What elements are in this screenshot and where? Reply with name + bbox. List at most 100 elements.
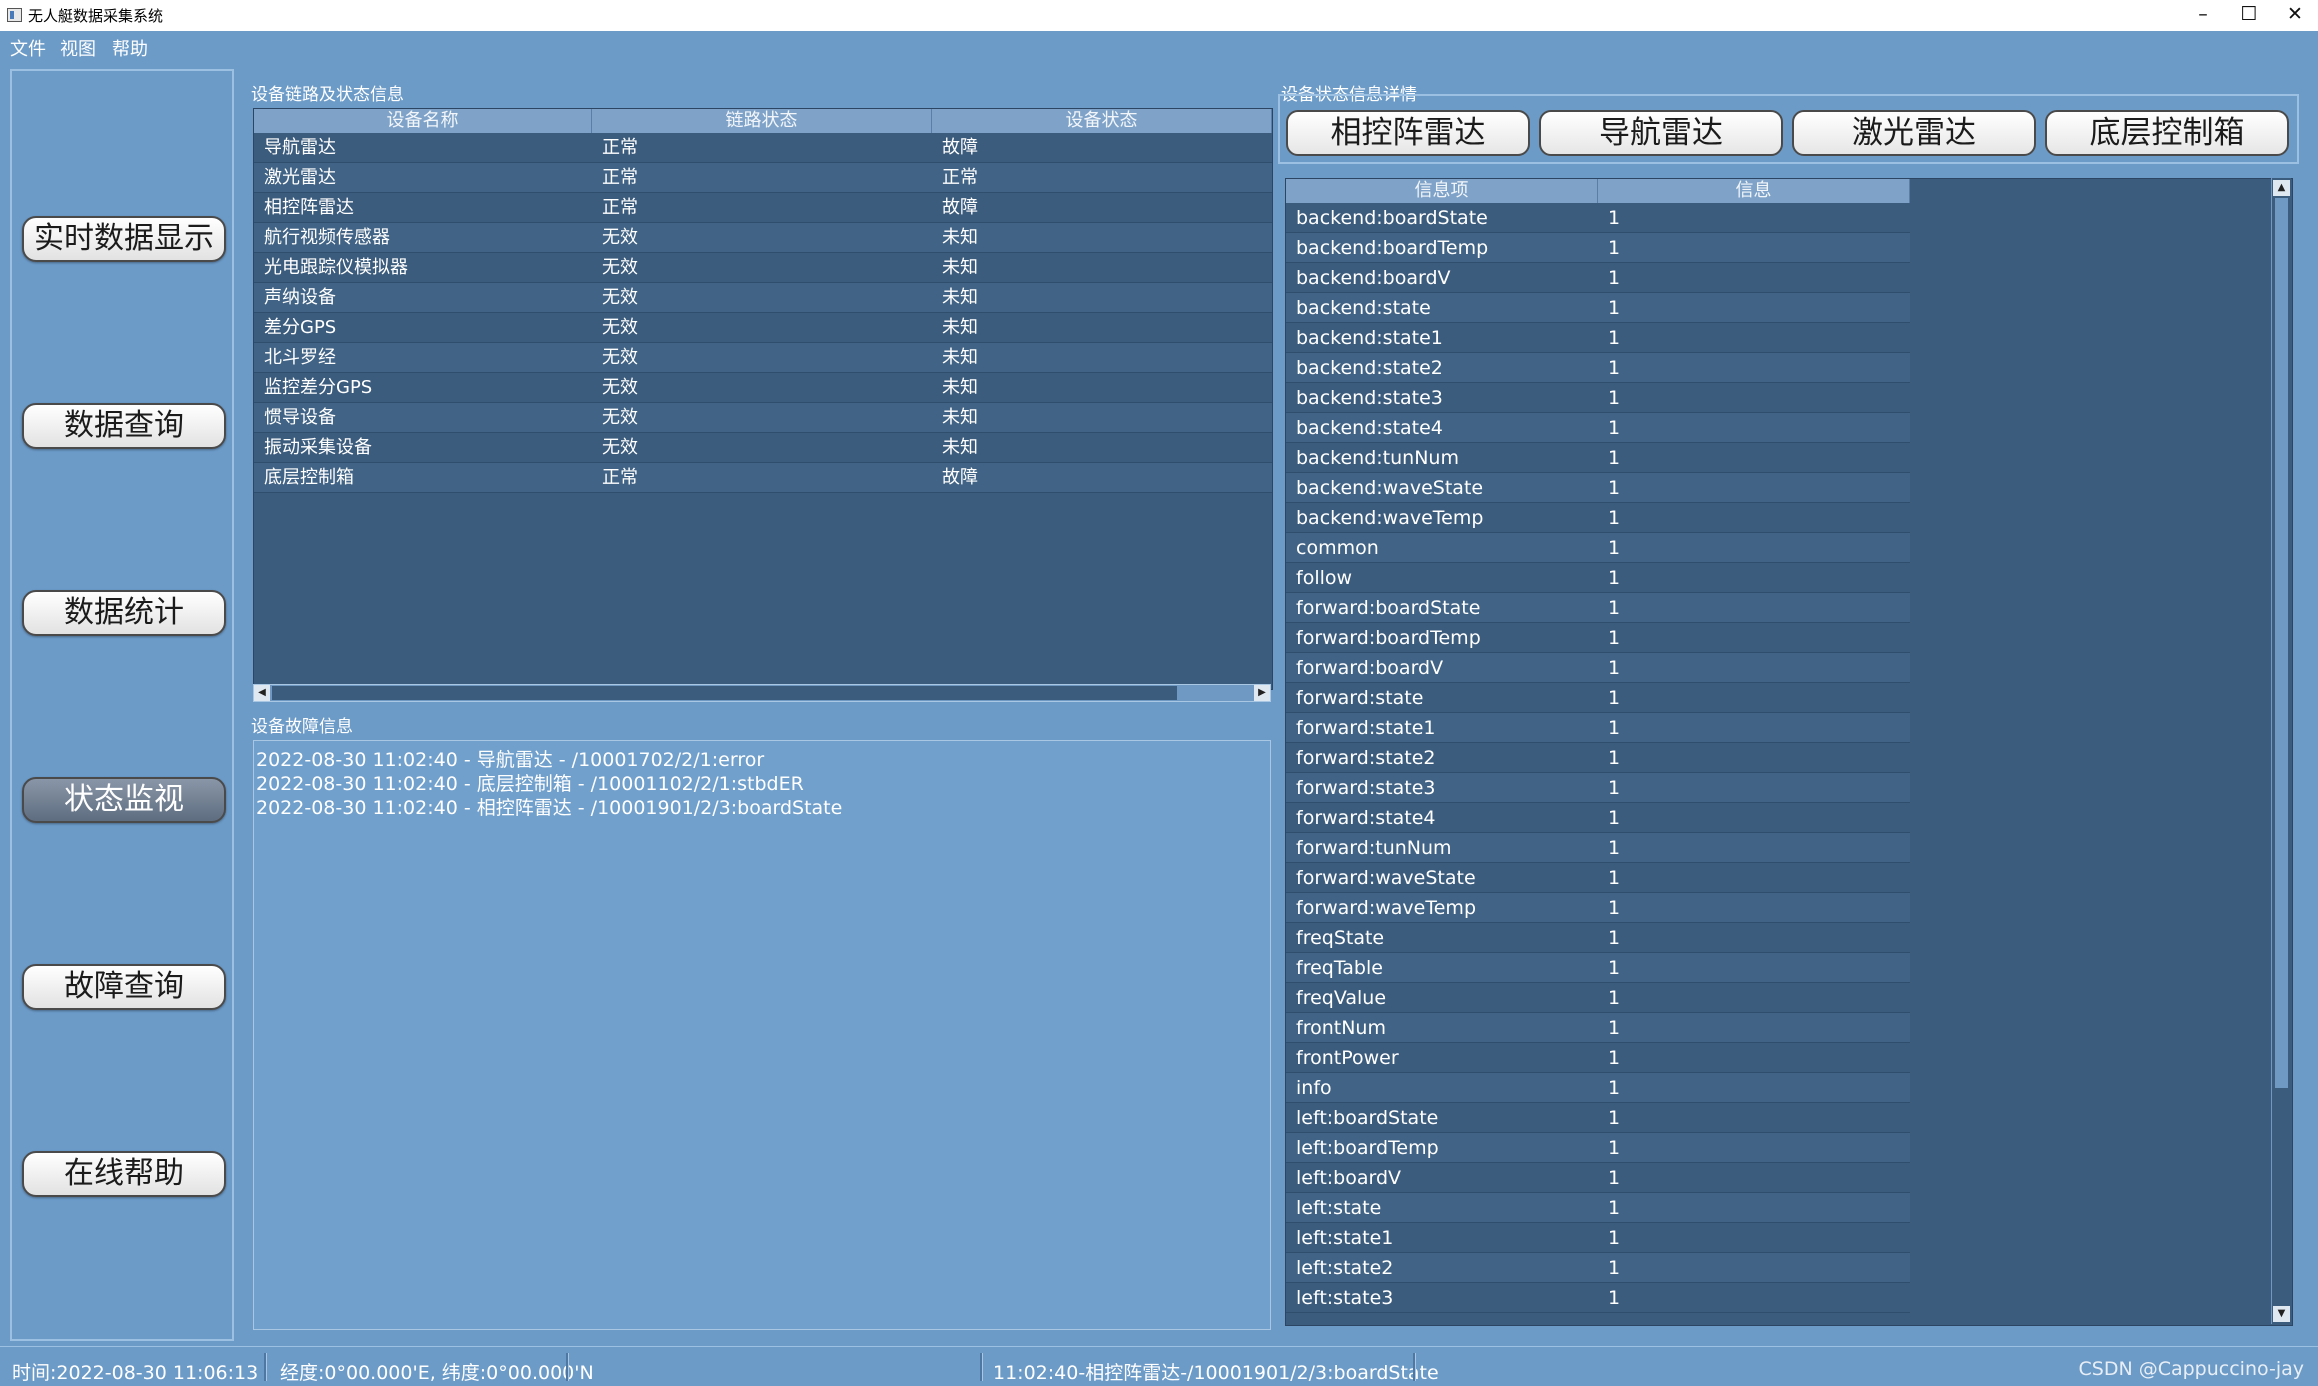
table-row[interactable]: left:state3 1 [1286,1283,1910,1313]
list-item[interactable]: 2022-08-30 11:02:40 - 导航雷达 - /10001702/2… [256,745,764,771]
table-row[interactable]: forward:state 1 [1286,683,1910,713]
column-header[interactable]: 信息项 [1286,179,1598,203]
table-row[interactable]: backend:waveState 1 [1286,473,1910,503]
table-row[interactable]: 惯导设备 无效 未知 [254,403,1272,433]
table-row[interactable]: backend:boardV 1 [1286,263,1910,293]
tab-navigation-radar[interactable]: 导航雷达 [1539,110,1783,156]
table-cell: 1 [1608,747,1621,769]
table-row[interactable]: forward:state1 1 [1286,713,1910,743]
table-row[interactable]: backend:state 1 [1286,293,1910,323]
table-row[interactable]: forward:waveTemp 1 [1286,893,1910,923]
table-row[interactable]: left:state 1 [1286,1193,1910,1223]
list-item[interactable]: 2022-08-30 11:02:40 - 相控阵雷达 - /10001901/… [256,793,842,819]
nav-panel: 实时数据显示 数据查询 数据统计 状态监视 故障查询 在线帮助 [10,69,234,1341]
horizontal-scrollbar[interactable]: ◀ ▶ [253,684,1271,702]
table-row[interactable]: info 1 [1286,1073,1910,1103]
table-cell: forward:state3 [1296,777,1436,799]
table-row[interactable]: freqValue 1 [1286,983,1910,1013]
menu-help[interactable]: 帮助 [112,35,148,61]
data-statistics-button[interactable]: 数据统计 [22,590,226,636]
table-row[interactable]: 差分GPS 无效 未知 [254,313,1272,343]
column-header[interactable]: 设备名称 [254,109,592,133]
table-row[interactable]: common 1 [1286,533,1910,563]
table-cell: backend:boardState [1296,207,1488,229]
menu-view[interactable]: 视图 [60,35,96,61]
scroll-down-icon[interactable]: ▼ [2273,1306,2290,1322]
table-row[interactable]: backend:state2 1 [1286,353,1910,383]
column-header[interactable]: 链路状态 [592,109,932,133]
realtime-data-button[interactable]: 实时数据显示 [22,216,226,262]
table-row[interactable]: 导航雷达 正常 故障 [254,133,1272,163]
table-row[interactable]: forward:state4 1 [1286,803,1910,833]
table-row[interactable]: backend:state1 1 [1286,323,1910,353]
table-row[interactable]: forward:tunNum 1 [1286,833,1910,863]
fault-info-list[interactable]: 2022-08-30 11:02:40 - 导航雷达 - /10001702/2… [253,740,1271,1330]
table-cell: 1 [1608,1017,1621,1039]
tab-control-box[interactable]: 底层控制箱 [2045,110,2289,156]
table-cell: 1 [1608,687,1621,709]
table-row[interactable]: backend:boardState 1 [1286,203,1910,233]
close-icon[interactable]: ✕ [2272,0,2318,31]
tab-laser-radar[interactable]: 激光雷达 [1792,110,2036,156]
maximize-icon[interactable]: ☐ [2226,0,2272,31]
table-cell: backend:state4 [1296,417,1443,439]
table-cell: backend:waveState [1296,477,1484,499]
list-item[interactable]: 2022-08-30 11:02:40 - 底层控制箱 - /10001102/… [256,769,804,795]
column-header[interactable]: 信息 [1598,179,1910,203]
table-row[interactable]: forward:waveState 1 [1286,863,1910,893]
table-cell: left:state3 [1296,1287,1394,1309]
table-cell: 1 [1608,1077,1621,1099]
table-row[interactable]: left:state1 1 [1286,1223,1910,1253]
fault-query-button[interactable]: 故障查询 [22,964,226,1010]
table-row[interactable]: forward:boardState 1 [1286,593,1910,623]
table-row[interactable]: freqTable 1 [1286,953,1910,983]
scroll-left-icon[interactable]: ◀ [254,685,270,701]
scroll-thumb[interactable] [2275,198,2288,1088]
table-row[interactable]: 振动采集设备 无效 未知 [254,433,1272,463]
table-cell: 1 [1608,237,1621,259]
table-row[interactable]: left:state2 1 [1286,1253,1910,1283]
table-row[interactable]: 声纳设备 无效 未知 [254,283,1272,313]
table-row[interactable]: forward:boardTemp 1 [1286,623,1910,653]
table-row[interactable]: backend:tunNum 1 [1286,443,1910,473]
table-row[interactable]: backend:state4 1 [1286,413,1910,443]
table-row[interactable]: follow 1 [1286,563,1910,593]
table-row[interactable]: 监控差分GPS 无效 未知 [254,373,1272,403]
table-row[interactable]: backend:waveTemp 1 [1286,503,1910,533]
table-row[interactable]: 底层控制箱 正常 故障 [254,463,1272,493]
table-row[interactable]: backend:state3 1 [1286,383,1910,413]
tab-phased-array-radar[interactable]: 相控阵雷达 [1286,110,1530,156]
table-row[interactable]: frontPower 1 [1286,1043,1910,1073]
table-row[interactable]: 北斗罗经 无效 未知 [254,343,1272,373]
table-row[interactable]: 光电跟踪仪模拟器 无效 未知 [254,253,1272,283]
table-row[interactable]: freqState 1 [1286,923,1910,953]
scroll-thumb[interactable] [272,686,1177,700]
scroll-right-icon[interactable]: ▶ [1254,685,1270,701]
table-row[interactable]: forward:boardV 1 [1286,653,1910,683]
menu-file[interactable]: 文件 [10,35,46,61]
table-cell: 惯导设备 [264,407,336,428]
minimize-icon[interactable]: – [2180,0,2226,31]
status-time: 时间:2022-08-30 11:06:13 [12,1362,259,1384]
table-row[interactable]: left:boardState 1 [1286,1103,1910,1133]
table-row[interactable]: backend:boardTemp 1 [1286,233,1910,263]
table-row[interactable]: 航行视频传感器 无效 未知 [254,223,1272,253]
table-cell: forward:boardTemp [1296,627,1481,649]
column-header[interactable]: 设备状态 [932,109,1272,133]
table-cell: 光电跟踪仪模拟器 [264,257,408,278]
table-row[interactable]: left:boardV 1 [1286,1163,1910,1193]
online-help-button[interactable]: 在线帮助 [22,1151,226,1197]
table-row[interactable]: forward:state3 1 [1286,773,1910,803]
table-cell: 1 [1608,537,1621,559]
table-row[interactable]: left:boardTemp 1 [1286,1133,1910,1163]
data-query-button[interactable]: 数据查询 [22,403,226,449]
table-row[interactable]: forward:state2 1 [1286,743,1910,773]
table-row[interactable]: 相控阵雷达 正常 故障 [254,193,1272,223]
table-cell: 1 [1608,1047,1621,1069]
vertical-scrollbar[interactable]: ▲ ▼ [2271,178,2291,1324]
table-row[interactable]: frontNum 1 [1286,1013,1910,1043]
table-row[interactable]: 激光雷达 正常 正常 [254,163,1272,193]
status-monitor-button[interactable]: 状态监视 [22,777,226,823]
status-bar: 时间:2022-08-30 11:06:13 经度:0°00.000'E, 纬度… [0,1346,2318,1386]
scroll-up-icon[interactable]: ▲ [2273,180,2290,196]
